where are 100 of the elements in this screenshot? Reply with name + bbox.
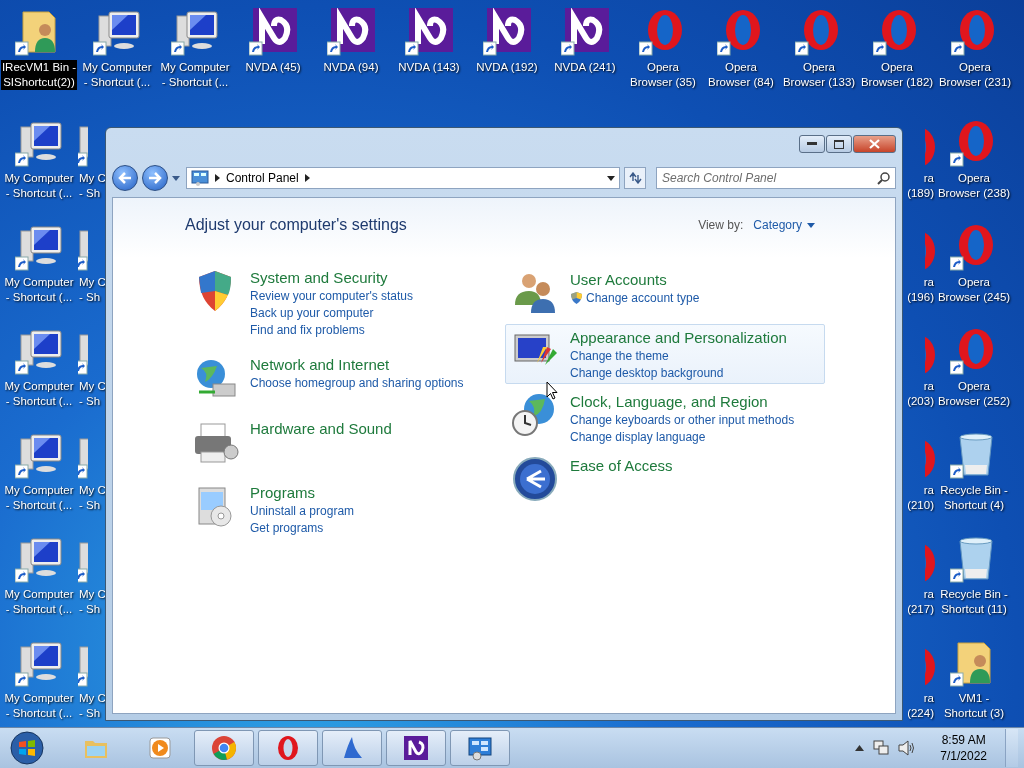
chrome-logo-icon bbox=[210, 734, 238, 762]
desktop-shortcut[interactable]: NVDA (94) bbox=[312, 0, 390, 104]
media-player-icon bbox=[146, 734, 174, 762]
caret-icon bbox=[807, 222, 815, 228]
desktop-shortcut[interactable]: ra (217) bbox=[903, 527, 935, 632]
taskbar-app-button[interactable] bbox=[258, 730, 318, 766]
opera-logo-icon bbox=[925, 543, 935, 584]
desktop-shortcut[interactable]: ra (203) bbox=[903, 319, 935, 424]
category-link[interactable]: Programs bbox=[250, 484, 355, 502]
desktop-shortcut[interactable]: Opera Browser (238) bbox=[935, 111, 1013, 216]
chevron-icon bbox=[215, 174, 220, 183]
task-link[interactable]: Get programs bbox=[250, 520, 355, 537]
desktop-shortcut[interactable]: My C - Sh bbox=[78, 215, 105, 320]
desktop-shortcut[interactable]: My C - Sh bbox=[78, 319, 105, 424]
desktop-shortcut[interactable]: My Computer - Shortcut (... bbox=[0, 319, 78, 424]
forward-button[interactable] bbox=[142, 165, 168, 192]
desktop-shortcut[interactable]: Opera Browser (35) bbox=[624, 0, 702, 104]
desktop-shortcut[interactable]: Opera Browser (231) bbox=[936, 0, 1014, 104]
desktop-shortcut[interactable]: ra (210) bbox=[903, 423, 935, 528]
desktop-shortcut[interactable]: Recycle Bin - Shortcut (4) bbox=[935, 423, 1013, 528]
taskbar-app-button[interactable] bbox=[322, 730, 382, 766]
page-heading: Adjust your computer's settings bbox=[185, 216, 407, 235]
category-link[interactable]: Hardware and Sound bbox=[250, 420, 392, 438]
show-hidden-icons-button[interactable] bbox=[855, 745, 865, 751]
recent-pages-button[interactable] bbox=[172, 175, 182, 181]
monitor-icon bbox=[171, 8, 219, 56]
task-link[interactable]: Change keyboards or other input methods bbox=[570, 412, 795, 429]
back-button[interactable] bbox=[112, 165, 138, 192]
search-field[interactable]: Search Control Panel bbox=[656, 167, 896, 190]
breadcrumb-link[interactable]: Control Panel bbox=[226, 171, 299, 186]
taskbar-app-button[interactable] bbox=[386, 730, 446, 766]
desktop-shortcut[interactable]: My C - Sh bbox=[78, 527, 105, 632]
category-link[interactable]: Clock, Language, and Region bbox=[570, 393, 795, 411]
category-link[interactable]: Network and Internet bbox=[250, 356, 464, 374]
clock[interactable]: 8:59 AM 7/1/2022 bbox=[924, 732, 997, 764]
nvda-logo-icon bbox=[483, 8, 531, 56]
desktop-shortcut[interactable]: My Computer - Shortcut (... bbox=[0, 215, 78, 320]
desktop-shortcut[interactable]: Opera Browser (133) bbox=[780, 0, 858, 104]
desktop-shortcut[interactable]: NVDA (45) bbox=[234, 0, 312, 104]
desktop-shortcut[interactable]: IRecVM1 Bin - SIShortcut(2)) bbox=[0, 0, 78, 104]
monitor-icon bbox=[15, 535, 63, 584]
nvda-logo-icon bbox=[405, 8, 453, 56]
address-bar[interactable]: Control Panel bbox=[186, 167, 620, 190]
refresh-button[interactable] bbox=[624, 167, 646, 190]
desktop-shortcut[interactable]: My Computer - Shortcut (... bbox=[156, 0, 234, 104]
desktop-shortcut[interactable]: My Computer - Shortcut (... bbox=[0, 111, 78, 216]
view-by-dropdown[interactable]: Category bbox=[753, 218, 815, 233]
close-icon bbox=[869, 139, 880, 150]
dropdown-caret-icon bbox=[607, 175, 615, 181]
maximize-button[interactable] bbox=[826, 135, 852, 154]
task-link[interactable]: Review your computer's status bbox=[250, 288, 414, 305]
desktop-shortcut[interactable]: NVDA (192) bbox=[468, 0, 546, 104]
desktop-shortcut[interactable]: ra (189) bbox=[903, 111, 935, 216]
desktop-shortcut[interactable]: Recycle Bin - Shortcut (11) bbox=[935, 527, 1013, 632]
desktop-shortcut[interactable]: My C - Sh bbox=[78, 631, 105, 728]
category-link[interactable]: Ease of Access bbox=[570, 457, 673, 475]
opera-logo-icon bbox=[925, 439, 935, 480]
category-link[interactable]: Appearance and Personalization bbox=[570, 329, 787, 347]
desktop-shortcut[interactable]: My Computer - Shortcut (... bbox=[0, 423, 78, 528]
desktop-shortcut[interactable]: Opera Browser (252) bbox=[935, 319, 1013, 424]
task-link[interactable]: Change desktop background bbox=[570, 365, 787, 382]
chevron-icon bbox=[304, 174, 310, 183]
category-link[interactable]: System and Security bbox=[250, 269, 414, 287]
task-link[interactable]: Change the theme bbox=[570, 348, 787, 365]
opera-logo-icon bbox=[925, 647, 935, 688]
volume-tray-button[interactable] bbox=[898, 740, 917, 756]
task-link[interactable]: Change display language bbox=[570, 429, 795, 446]
maximize-icon bbox=[834, 139, 844, 149]
desktop-shortcut[interactable]: ra (196) bbox=[903, 215, 935, 320]
desktop-shortcut[interactable]: My C - Sh bbox=[78, 423, 105, 528]
task-link[interactable]: Back up your computer bbox=[250, 305, 414, 322]
nvda-logo-icon bbox=[327, 8, 375, 56]
task-link[interactable]: Uninstall a program bbox=[250, 503, 355, 520]
monitor-icon bbox=[78, 229, 88, 272]
nvda-logo-icon bbox=[561, 8, 609, 56]
task-link[interactable]: Choose homegroup and sharing options bbox=[250, 375, 464, 392]
nvda-logo-icon bbox=[402, 734, 430, 762]
minimize-button[interactable] bbox=[799, 135, 825, 154]
control-panel-icon bbox=[191, 170, 209, 187]
monitor-icon bbox=[78, 645, 88, 688]
category-link[interactable]: User Accounts bbox=[570, 271, 700, 289]
desktop-shortcut[interactable]: My Computer - Shortcut (... bbox=[78, 0, 156, 104]
close-button[interactable] bbox=[853, 135, 896, 154]
network-tray-button[interactable] bbox=[872, 740, 891, 756]
desktop-shortcut[interactable]: Opera Browser (245) bbox=[935, 215, 1013, 320]
task-link[interactable]: Change account type bbox=[570, 290, 700, 307]
up-caret-icon bbox=[855, 745, 865, 751]
desktop-shortcut[interactable]: Opera Browser (84) bbox=[702, 0, 780, 104]
desktop-shortcut[interactable]: Opera Browser (182) bbox=[858, 0, 936, 104]
forward-arrow-icon bbox=[148, 172, 162, 185]
network-icon bbox=[872, 740, 891, 756]
task-link[interactable]: Find and fix problems bbox=[250, 322, 414, 339]
taskbar-app-button[interactable] bbox=[450, 730, 510, 766]
monitor-icon bbox=[15, 327, 63, 376]
desktop-shortcut[interactable]: NVDA (241) bbox=[546, 0, 624, 104]
desktop-shortcut[interactable]: NVDA (143) bbox=[390, 0, 468, 104]
speaker-icon bbox=[898, 740, 917, 756]
desktop-shortcut[interactable]: My Computer - Shortcut (... bbox=[0, 527, 78, 632]
search-icon[interactable] bbox=[877, 172, 890, 186]
desktop-shortcut[interactable]: My C - Sh bbox=[78, 111, 105, 216]
